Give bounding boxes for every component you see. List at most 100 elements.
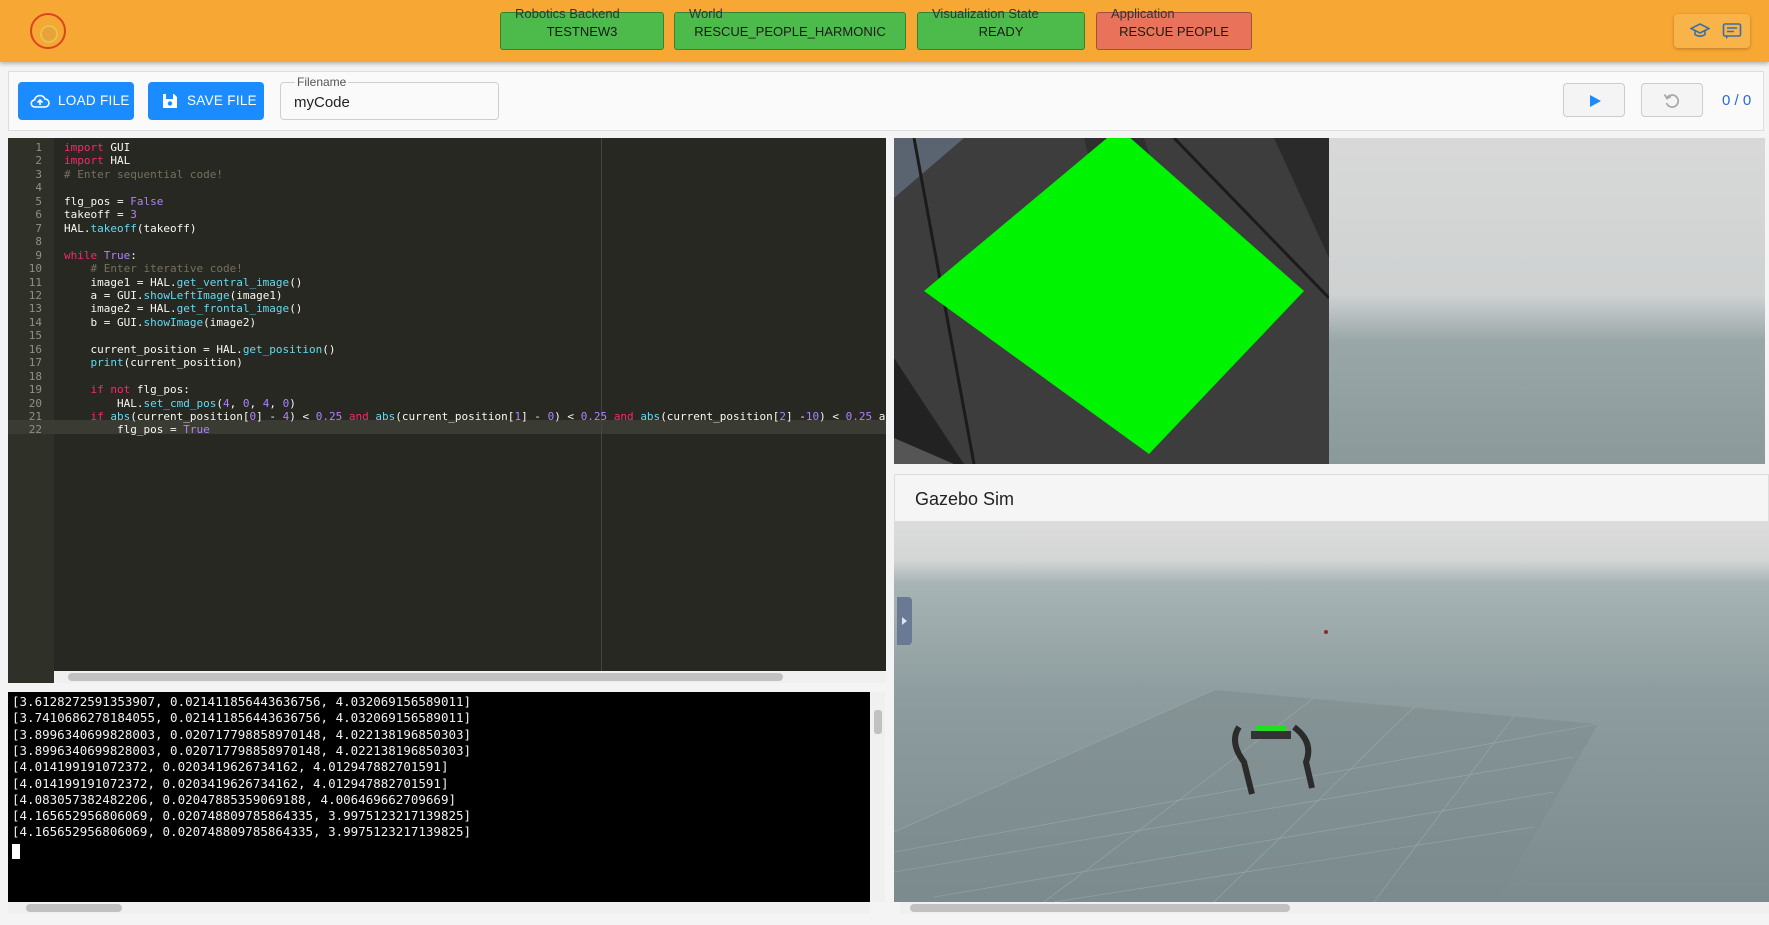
chevron-right-icon [902, 617, 907, 625]
load-file-label: LOAD FILE [58, 93, 130, 108]
line-number: 6 [35, 208, 42, 222]
chat-icon[interactable] [1722, 23, 1742, 39]
reset-icon [1663, 94, 1680, 108]
console-line: [4.083057382482206, 0.02047885359069188,… [12, 791, 457, 807]
code-line: if not flg_pos: [90, 383, 190, 397]
reset-button[interactable] [1641, 83, 1703, 117]
console-cursor [12, 844, 20, 859]
line-number: 18 [28, 369, 42, 383]
console-output[interactable]: [3.6128272591353907, 0.02141185644363675… [8, 692, 870, 902]
line-number: 12 [28, 288, 42, 302]
code-line: flg_pos = True [64, 423, 210, 437]
code-line: HAL.takeoff(takeoff) [64, 221, 197, 235]
filename-label: Filename [295, 75, 349, 89]
code-line: import GUI [64, 141, 131, 154]
filename-value: myCode [294, 94, 350, 111]
gazebo-horizontal-scrollbar[interactable] [900, 902, 1769, 914]
step-counter: 0 / 0 [1722, 92, 1752, 109]
line-number: 22 [28, 423, 42, 437]
robotics-backend-chip[interactable]: Robotics Backend TESTNEW3 [500, 6, 664, 50]
save-file-label: SAVE FILE [187, 93, 257, 108]
code-line: HAL.set_cmd_pos(4, 0, 4, 0) [64, 396, 296, 410]
graduation-cap-icon[interactable] [1690, 23, 1710, 39]
gazebo-side-panel-toggle[interactable] [897, 597, 912, 645]
line-number: 8 [35, 235, 42, 249]
code-line: # Enter sequential code! [64, 167, 223, 181]
line-number: 7 [35, 221, 42, 235]
robotics-backend-label: Robotics Backend [515, 6, 620, 21]
ventral-camera-view [894, 138, 1329, 464]
editor-horizontal-scrollbar[interactable] [54, 671, 886, 683]
world-chip[interactable]: World RESCUE_PEOPLE_HARMONIC [674, 6, 906, 50]
console-line: [3.6128272591353907, 0.02141185644363675… [12, 694, 472, 709]
code-line: takeoff = 3 [64, 208, 137, 222]
line-number: 21 [28, 410, 42, 423]
line-number: 16 [28, 342, 42, 356]
line-number: 10 [28, 262, 42, 276]
application-value: RESCUE PEOPLE [1119, 24, 1229, 39]
console-scroll-thumb[interactable] [874, 710, 882, 734]
console-hscroll-thumb[interactable] [26, 904, 122, 912]
code-line: b = GUI.showImage(image2) [64, 315, 257, 329]
line-number: 5 [35, 194, 42, 208]
code-line: a = GUI.showLeftImage(image1) [64, 288, 283, 302]
world-label: World [689, 6, 723, 21]
line-number: 19 [28, 383, 42, 397]
gazebo-3d-view[interactable] [894, 522, 1769, 902]
console-line: [4.014199191072372, 0.0203419626734162, … [12, 759, 449, 775]
console-line: [3.7410686278184055, 0.02141185644363675… [12, 710, 472, 726]
console-line: [4.014199191072372, 0.0203419626734162, … [12, 775, 449, 791]
code-line: if abs(current_position[0] - 4) < 0.25 a… [90, 410, 886, 423]
code-line: # Enter iterative code! [64, 262, 243, 276]
editor-scroll-thumb[interactable] [68, 673, 783, 681]
line-number: 2 [35, 154, 42, 168]
line-number: 4 [35, 181, 42, 195]
console-line: [4.165652956806069, 0.020748809785864335… [12, 824, 472, 840]
world-value: RESCUE_PEOPLE_HARMONIC [694, 24, 886, 39]
code-line: print(current_position) [90, 356, 243, 370]
frontal-camera-view [1329, 138, 1765, 464]
visualization-state-chip[interactable]: Visualization State READY [917, 6, 1085, 50]
filename-field[interactable]: Filename myCode [280, 75, 499, 120]
line-number: 3 [35, 167, 42, 181]
console-horizontal-scrollbar[interactable] [8, 902, 870, 914]
cloud-upload-icon [30, 94, 50, 108]
console-vertical-scrollbar[interactable] [871, 692, 885, 902]
console-line: [3.8996340699828003, 0.02071779885897014… [12, 742, 472, 758]
gazebo-scene [894, 630, 1599, 902]
app-logo[interactable] [30, 13, 66, 49]
code-line: flg_pos = False [64, 194, 164, 208]
line-number: 11 [28, 275, 42, 289]
gazebo-panel-header: Gazebo Sim [894, 474, 1769, 522]
gazebo-title: Gazebo Sim [915, 489, 1015, 509]
code-editor[interactable]: 1 import GUI 2 import HAL 3 # Enter sequentia… [8, 138, 886, 683]
code-line: import HAL [64, 154, 131, 168]
application-chip[interactable]: Application RESCUE PEOPLE [1096, 6, 1252, 50]
robotics-backend-value: TESTNEW3 [546, 24, 618, 39]
load-file-button[interactable]: LOAD FILE [18, 82, 134, 120]
file-toolbar: LOAD FILE SAVE FILE Filename myCode 0 / … [8, 71, 1764, 131]
header-icon-group [1674, 14, 1750, 48]
line-number: 20 [28, 396, 42, 410]
code-line: image1 = HAL.get_ventral_image() [64, 275, 303, 289]
play-icon [1590, 95, 1601, 107]
line-number: 14 [28, 315, 42, 329]
code-line: current_position = HAL.get_position() [64, 342, 336, 356]
line-number: 17 [28, 356, 42, 370]
console-line: [4.165652956806069, 0.020748809785864335… [12, 808, 472, 824]
gazebo-scroll-thumb[interactable] [910, 904, 1290, 912]
save-icon [163, 94, 177, 108]
line-number: 9 [35, 248, 42, 262]
line-number: 1 [35, 141, 42, 154]
console-line: [3.8996340699828003, 0.02071779885897014… [12, 726, 472, 742]
code-line: while True: [64, 248, 137, 262]
line-number: 13 [28, 302, 42, 316]
play-button[interactable] [1563, 83, 1625, 117]
application-label: Application [1111, 6, 1175, 21]
top-navbar: Robotics Backend TESTNEW3 World RESCUE_P… [0, 0, 1769, 62]
line-number: 15 [28, 329, 42, 343]
visualization-state-label: Visualization State [932, 6, 1039, 21]
code-line: image2 = HAL.get_frontal_image() [64, 302, 303, 316]
save-file-button[interactable]: SAVE FILE [148, 82, 264, 120]
visualization-state-value: READY [978, 24, 1024, 39]
